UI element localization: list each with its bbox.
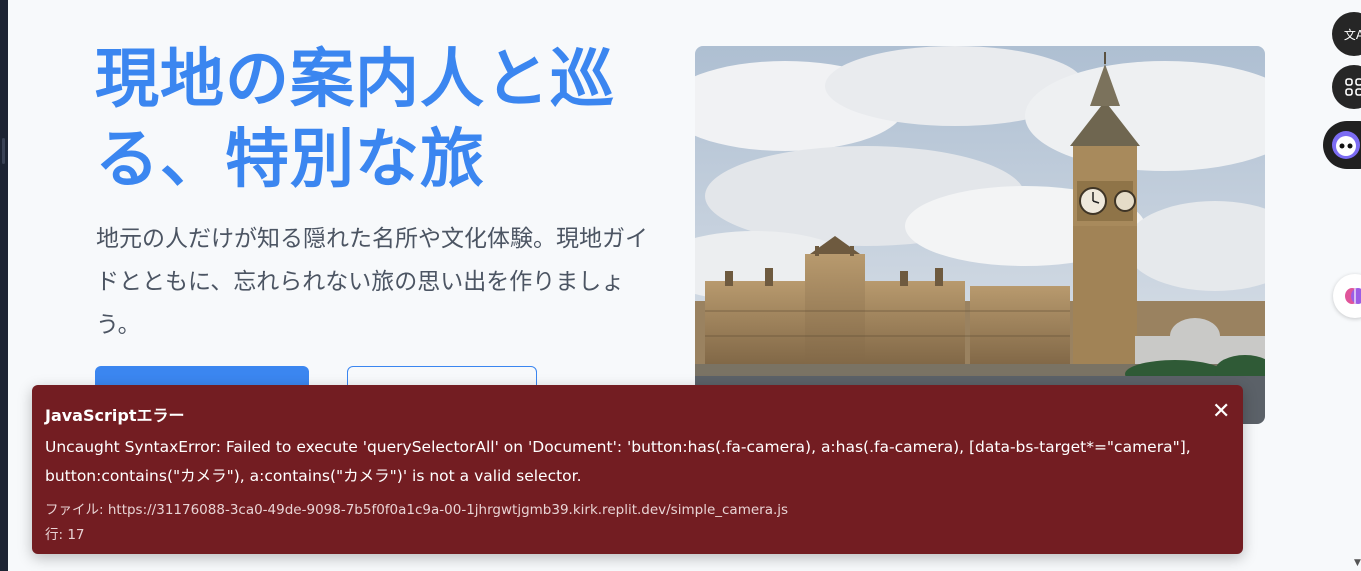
translate-glyph: 文A [1343,27,1361,42]
error-message: Uncaught SyntaxError: Failed to execute … [45,438,1191,485]
brain-icon[interactable] [1333,274,1361,318]
translate-icon[interactable]: 文A [1332,12,1361,56]
grid-icon [1345,78,1361,96]
close-icon[interactable]: ✕ [1212,401,1230,423]
apps-grid-icon[interactable] [1332,65,1361,109]
hero-image-big-ben [695,46,1265,424]
hero-subtitle: 地元の人だけが知る隠れた名所や文化体験。現地ガイドとともに、忘れられない旅の思い… [96,226,648,338]
scroll-down-arrow-icon[interactable]: ▼ [1354,558,1361,568]
assistant-avatar-button[interactable] [1323,121,1361,169]
left-edge-handle [2,138,5,164]
error-title: JavaScriptエラー [45,406,185,425]
left-edge-strip [0,0,8,571]
error-file-path: ファイル: https://31176088-3ca0-49de-9098-7b… [45,502,789,518]
hero-title: 現地の案内人と巡る、特別な旅 [95,43,615,197]
brain-glyph-icon [1345,288,1361,304]
error-line-number: 行: 17 [45,527,85,543]
assistant-face-icon [1332,131,1360,159]
javascript-error-toast: JavaScriptエラー ✕ Uncaught SyntaxError: Fa… [32,385,1243,554]
